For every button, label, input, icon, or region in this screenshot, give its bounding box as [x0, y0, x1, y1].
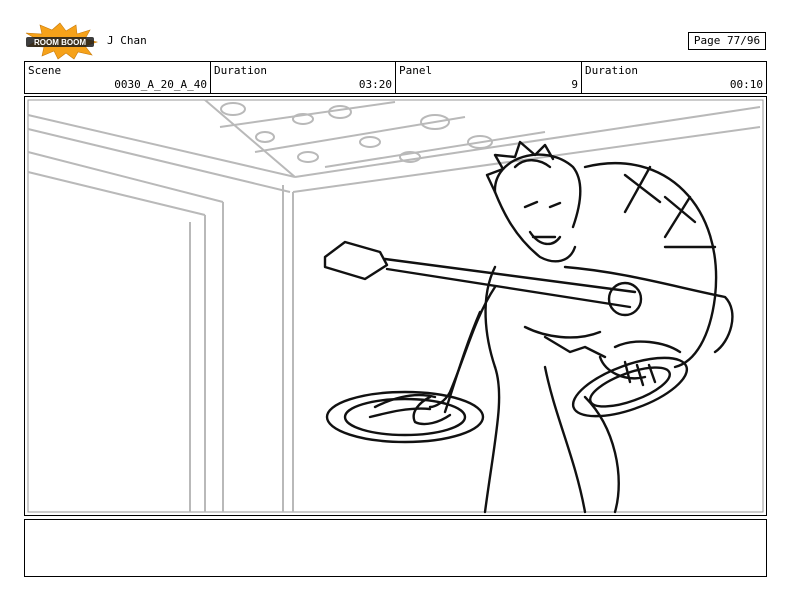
scene-value: 0030_A_20_A_40	[114, 78, 207, 91]
scene-cell: Scene 0030_A_20_A_40	[25, 62, 211, 93]
page-indicator: Page 77/96	[688, 32, 766, 50]
panel-cell: Panel 9	[396, 62, 582, 93]
storyboard-panel	[24, 96, 767, 516]
project-name: J Chan	[107, 34, 147, 47]
duration-value: 03:20	[358, 78, 392, 91]
character-sketch	[323, 140, 734, 514]
room-background	[27, 99, 761, 512]
duration-label: Duration	[214, 64, 267, 77]
panel-notes	[24, 519, 767, 577]
panel-duration-cell: Duration 00:10	[582, 62, 766, 93]
scene-label: Scene	[28, 64, 62, 77]
panel-duration-label: Duration	[585, 64, 638, 77]
duration-cell: Duration 03:20	[211, 62, 396, 93]
storyboard-info-bar: Scene 0030_A_20_A_40 Duration 03:20 Pane…	[24, 61, 767, 94]
panel-label: Panel	[399, 64, 433, 77]
toonboom-logo: ROOM BOOM	[25, 22, 98, 60]
panel-duration-value: 00:10	[729, 78, 763, 91]
panel-value: 9	[571, 78, 578, 91]
logo-text: ROOM BOOM	[34, 38, 86, 47]
panel-sketch	[27, 99, 764, 514]
